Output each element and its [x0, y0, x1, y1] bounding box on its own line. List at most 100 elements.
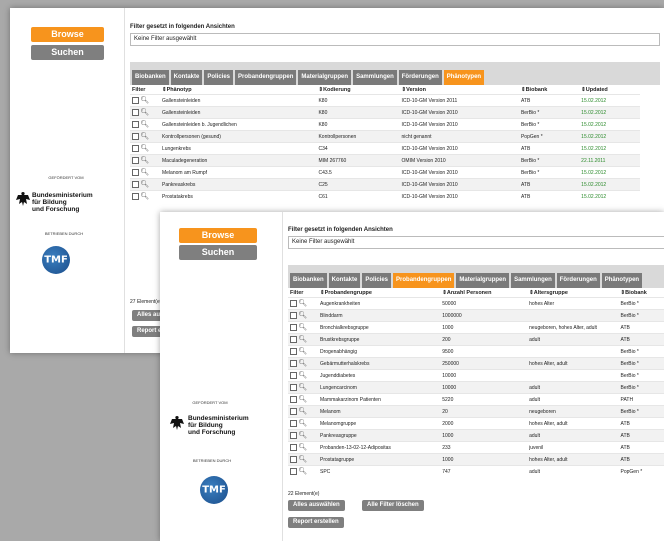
tab-materialgruppen[interactable]: Materialgruppen: [456, 273, 510, 288]
column-header-version[interactable]: ⇕Version: [400, 85, 519, 95]
filter-checkbox[interactable]: [290, 384, 297, 392]
table-row[interactable]: 🔍︎ Gallensteinleiden K80 ICD-10-GM Version …: [130, 106, 640, 119]
magnifier-icon[interactable]: 🔍︎: [298, 372, 307, 379]
table-row[interactable]: 🔍︎ Drogenabhängig 9500 BerBio *: [288, 345, 664, 358]
table-row[interactable]: 🔍︎ Prostatagruppe 1000 hohes Alter, adult AT…: [288, 453, 664, 466]
clear-filters-button[interactable]: Alle Filter löschen: [362, 500, 424, 511]
column-header-altersgruppe[interactable]: ⇕Altersgruppe: [527, 288, 618, 298]
table-row[interactable]: 🔍︎ Augenkrankheiten 50000 hohes Alter BerBio…: [288, 297, 664, 310]
search-button[interactable]: Suchen: [179, 245, 257, 260]
magnifier-icon[interactable]: 🔍︎: [140, 97, 149, 104]
search-button[interactable]: Suchen: [31, 45, 104, 60]
filter-checkbox[interactable]: [290, 420, 297, 428]
filter-checkbox[interactable]: [132, 181, 139, 189]
filter-checkbox[interactable]: [290, 300, 297, 308]
magnifier-icon[interactable]: 🔍︎: [140, 181, 149, 188]
table-row[interactable]: 🔍︎ Probanden-13-02-12-Adipositas 233 juveni…: [288, 441, 664, 454]
column-header-phaenotyp[interactable]: ⇕Phänotyp: [160, 85, 316, 95]
magnifier-icon[interactable]: 🔍︎: [298, 432, 307, 439]
filter-checkbox[interactable]: [290, 312, 297, 320]
magnifier-icon[interactable]: 🔍︎: [298, 336, 307, 343]
table-row[interactable]: 🔍︎ Melanom am Rumpf C43.5 ICD-10-GM Version…: [130, 166, 640, 179]
filter-checkbox[interactable]: [290, 444, 297, 452]
filter-checkbox[interactable]: [290, 456, 297, 464]
magnifier-icon[interactable]: 🔍︎: [298, 420, 307, 427]
tab-kontakte[interactable]: Kontakte: [170, 70, 203, 85]
table-row[interactable]: 🔍︎ Gallensteinleiden b. Jugendlichen K80 IC…: [130, 118, 640, 131]
table-row[interactable]: 🔍︎ Mammakarzinom Patienten 5220 adult PATH: [288, 393, 664, 406]
filter-checkbox[interactable]: [132, 193, 139, 201]
table-row[interactable]: 🔍︎ Melanomgruppe 2000 hohes Alter, adult ATB: [288, 417, 664, 430]
table-row[interactable]: 🔍︎ SPC 747 adult PopGen *: [288, 465, 664, 477]
column-header-biobank[interactable]: ⇕Biobank: [519, 85, 579, 95]
column-header-filter[interactable]: Filter: [130, 85, 160, 95]
table-row[interactable]: 🔍︎ Melanom 20 neugeboren BerBio *: [288, 405, 664, 418]
table-row[interactable]: 🔍︎ Pankreasgruppe 1000 adult ATB: [288, 429, 664, 442]
table-row[interactable]: 🔍︎ Bronchialkrebsgruppe 1000 neugeboren, ho…: [288, 321, 664, 334]
magnifier-icon[interactable]: 🔍︎: [298, 324, 307, 331]
magnifier-icon[interactable]: 🔍︎: [298, 444, 307, 451]
filter-checkbox[interactable]: [290, 360, 297, 368]
select-all-button[interactable]: Alles auswählen: [288, 500, 345, 511]
filter-field[interactable]: Keine Filter ausgewählt: [130, 33, 660, 46]
table-row[interactable]: 🔍︎ Gebärmutterhalskrebs 250000 hohes Alter,…: [288, 357, 664, 370]
table-row[interactable]: 🔍︎ Maculadegeneration MIM 267760 OMIM Versi…: [130, 154, 640, 167]
filter-checkbox[interactable]: [132, 145, 139, 153]
filter-checkbox[interactable]: [132, 109, 139, 117]
filter-checkbox[interactable]: [290, 372, 297, 380]
tab-biobanken[interactable]: Biobanken: [132, 70, 169, 85]
tab-materialgruppen[interactable]: Materialgruppen: [298, 70, 352, 85]
tab-policies[interactable]: Policies: [204, 70, 234, 85]
table-row[interactable]: 🔍︎ Kontrollpersonen (gesund) Kontrollperso…: [130, 130, 640, 143]
tab-sammlungen[interactable]: Sammlungen: [511, 273, 555, 288]
filter-checkbox[interactable]: [290, 336, 297, 344]
tab-foerderungen[interactable]: Förderungen: [556, 273, 600, 288]
table-row[interactable]: 🔍︎ Lungenkrebs C34 ICD-10-GM Version 2010 AT…: [130, 142, 640, 155]
filter-checkbox[interactable]: [290, 396, 297, 404]
magnifier-icon[interactable]: 🔍︎: [298, 384, 307, 391]
column-header-filter[interactable]: Filter: [288, 288, 318, 298]
filter-checkbox[interactable]: [290, 348, 297, 356]
filter-checkbox[interactable]: [290, 324, 297, 332]
browse-button[interactable]: Browse: [179, 228, 257, 243]
tab-biobanken[interactable]: Biobanken: [290, 273, 327, 288]
tab-policies[interactable]: Policies: [362, 273, 392, 288]
filter-checkbox[interactable]: [132, 121, 139, 129]
table-row[interactable]: 🔍︎ Jugenddiabetes 10000 BerBio *: [288, 369, 664, 382]
column-header-kodierung[interactable]: ⇕Kodierung: [316, 85, 399, 95]
filter-checkbox[interactable]: [132, 133, 139, 141]
tab-sammlungen[interactable]: Sammlungen: [353, 70, 397, 85]
table-row[interactable]: 🔍︎ Prostatakrebs C61 ICD-10-GM Version 2010…: [130, 190, 640, 202]
table-row[interactable]: 🔍︎ Blinddarm 1000000 BerBio *: [288, 309, 664, 322]
magnifier-icon[interactable]: 🔍︎: [298, 408, 307, 415]
tab-foerderungen[interactable]: Förderungen: [398, 70, 442, 85]
column-header-updated[interactable]: ⇕Updated: [579, 85, 640, 95]
magnifier-icon[interactable]: 🔍︎: [298, 396, 307, 403]
magnifier-icon[interactable]: 🔍︎: [140, 157, 149, 164]
magnifier-icon[interactable]: 🔍︎: [140, 169, 149, 176]
magnifier-icon[interactable]: 🔍︎: [140, 193, 149, 200]
browse-button[interactable]: Browse: [31, 27, 104, 42]
magnifier-icon[interactable]: 🔍︎: [298, 300, 307, 307]
filter-checkbox[interactable]: [132, 157, 139, 165]
magnifier-icon[interactable]: 🔍︎: [140, 121, 149, 128]
filter-field[interactable]: Keine Filter ausgewählt: [288, 236, 664, 249]
report-button[interactable]: Report erstellen: [288, 517, 344, 528]
table-row[interactable]: 🔍︎ Brustkrebsgruppe 200 adult ATB: [288, 333, 664, 346]
tab-kontakte[interactable]: Kontakte: [328, 273, 361, 288]
tab-phaenotypen[interactable]: Phänotypen: [443, 70, 485, 85]
tab-probandengruppen[interactable]: Probandengruppen: [393, 273, 455, 288]
tab-probandengruppen[interactable]: Probandengruppen: [235, 70, 297, 85]
magnifier-icon[interactable]: 🔍︎: [298, 360, 307, 367]
filter-checkbox[interactable]: [132, 169, 139, 177]
magnifier-icon[interactable]: 🔍︎: [140, 133, 149, 140]
column-header-anzahl[interactable]: ⇕Anzahl Personen: [440, 288, 527, 298]
magnifier-icon[interactable]: 🔍︎: [140, 109, 149, 116]
table-row[interactable]: 🔍︎ Gallensteinleiden K80 ICD-10-GM Version …: [130, 94, 640, 107]
column-header-biobank[interactable]: ⇕Biobank: [619, 288, 664, 298]
column-header-probandengruppe[interactable]: ⇕Probandengruppe: [318, 288, 440, 298]
table-row[interactable]: 🔍︎ Pankreaskrebs C25 ICD-10-GM Version 2010…: [130, 178, 640, 191]
magnifier-icon[interactable]: 🔍︎: [298, 468, 307, 475]
magnifier-icon[interactable]: 🔍︎: [298, 456, 307, 463]
table-row[interactable]: 🔍︎ Lungencarcinom 10000 adult BerBio *: [288, 381, 664, 394]
